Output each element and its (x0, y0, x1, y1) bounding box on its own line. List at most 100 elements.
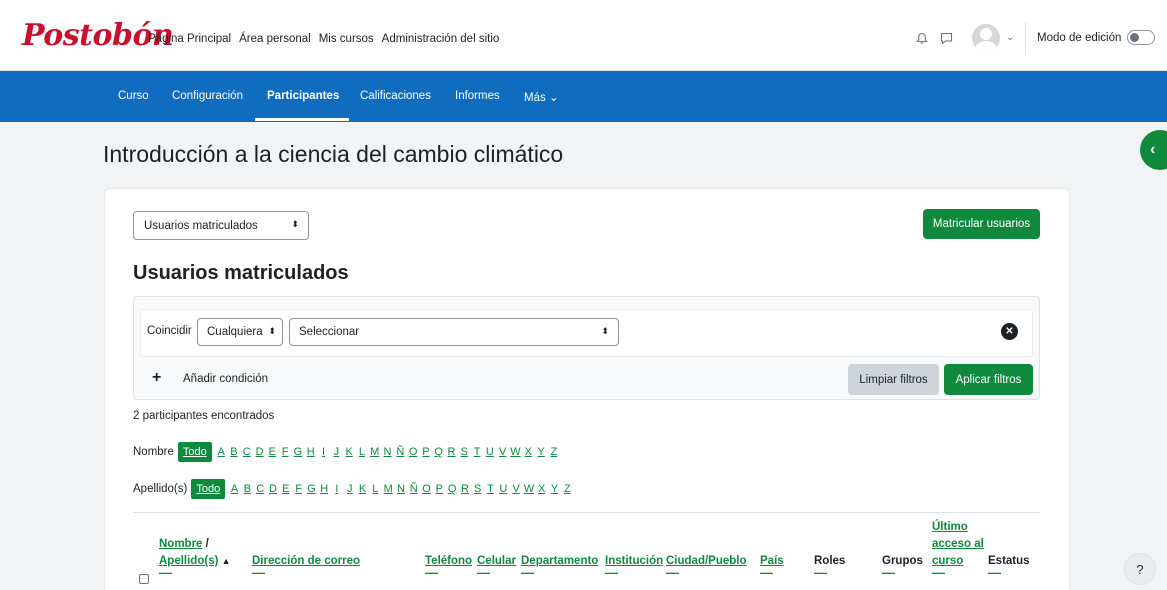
initial-letter[interactable]: F (279, 446, 292, 458)
initial-letter[interactable]: S (458, 446, 471, 458)
tab-reports[interactable]: Informes (455, 90, 500, 102)
help-button[interactable]: ? (1124, 553, 1156, 585)
initial-letter[interactable]: Y (535, 446, 548, 458)
col-status: Estatus — (988, 553, 1030, 579)
hide-column-icon[interactable]: — (605, 566, 663, 579)
sort-last-access-link[interactable]: Último (932, 519, 984, 536)
initial-letter[interactable]: V (496, 446, 509, 458)
nav-site-admin[interactable]: Administración del sitio (382, 33, 500, 45)
hide-column-icon[interactable]: — (477, 566, 516, 579)
plus-icon[interactable]: + (152, 369, 161, 387)
sort-email-link[interactable]: Dirección de correo (252, 555, 360, 567)
initial-letter[interactable]: A (215, 446, 228, 458)
initial-letter[interactable]: T (484, 483, 497, 495)
hide-column-icon[interactable]: — (666, 566, 747, 579)
open-block-drawer-button[interactable]: ‹ (1140, 130, 1167, 170)
initial-letter[interactable]: Ñ (407, 483, 420, 495)
initial-letter[interactable]: E (279, 483, 292, 495)
nav-home[interactable]: Página Principal (148, 33, 231, 45)
user-avatar[interactable] (972, 24, 1000, 52)
tab-more[interactable]: Más ⌄ (524, 90, 559, 104)
hide-column-icon[interactable]: — (882, 566, 923, 579)
initial-letter[interactable]: R (459, 483, 472, 495)
initial-letter[interactable]: N (381, 446, 394, 458)
initials-all[interactable]: Todo (191, 479, 226, 499)
tab-settings[interactable]: Configuración (172, 90, 243, 102)
edit-mode-toggle[interactable] (1127, 30, 1156, 45)
initial-letter[interactable]: C (240, 446, 253, 458)
initial-letter[interactable]: B (241, 483, 254, 495)
hide-column-icon[interactable]: — (252, 566, 360, 579)
apply-filters-button[interactable]: Aplicar filtros (944, 364, 1033, 395)
initial-letter[interactable]: A (228, 483, 241, 495)
initial-letter[interactable]: I (317, 446, 330, 458)
chat-icon[interactable] (938, 30, 954, 46)
match-type-select[interactable]: Cualquiera ⬍ (197, 318, 283, 346)
initial-letter[interactable]: E (266, 446, 279, 458)
initial-letter[interactable]: O (420, 483, 433, 495)
initials-all[interactable]: Todo (177, 442, 212, 462)
initial-letter[interactable]: G (305, 483, 318, 495)
tab-grades[interactable]: Calificaciones (360, 90, 431, 102)
initial-letter[interactable]: H (318, 483, 331, 495)
initial-letter[interactable]: T (471, 446, 484, 458)
select-all-checkbox[interactable] (139, 574, 149, 584)
nav-dashboard[interactable]: Área personal (239, 33, 311, 45)
chevron-down-icon[interactable]: ⌄ (1006, 32, 1014, 43)
hide-column-icon[interactable]: — (760, 566, 784, 579)
filter-type-select[interactable]: Seleccionar ⬍ (289, 318, 619, 346)
initial-letter[interactable]: Q (446, 483, 459, 495)
initial-letter[interactable]: Q (432, 446, 445, 458)
initial-letter[interactable]: P (433, 483, 446, 495)
initial-letter[interactable]: D (267, 483, 280, 495)
remove-condition-icon[interactable]: ✕ (1001, 323, 1018, 340)
tab-participants[interactable]: Participantes (267, 90, 339, 102)
initial-letter[interactable]: Ñ (394, 446, 407, 458)
initial-letter[interactable]: B (228, 446, 241, 458)
sort-first-name-link[interactable]: Nombre (159, 538, 202, 550)
hide-column-icon[interactable]: — (521, 566, 598, 579)
initial-letter[interactable]: X (522, 446, 535, 458)
initial-letter[interactable]: W (523, 483, 536, 495)
initial-letter[interactable]: Z (547, 446, 560, 458)
sort-last-access-link-line2[interactable]: acceso al (932, 536, 984, 553)
add-condition-link[interactable]: Añadir condición (183, 373, 268, 385)
initial-letter[interactable]: L (369, 483, 382, 495)
initial-letter[interactable]: U (484, 446, 497, 458)
initial-letter[interactable]: Y (548, 483, 561, 495)
participants-view-select[interactable]: Usuarios matriculados ⬍ (133, 211, 309, 240)
hide-column-icon[interactable]: — (932, 566, 984, 579)
initial-letter[interactable]: V (510, 483, 523, 495)
initial-letter[interactable]: J (330, 446, 343, 458)
initial-letter[interactable]: H (304, 446, 317, 458)
initial-letter[interactable]: K (343, 446, 356, 458)
initial-letter[interactable]: G (292, 446, 305, 458)
initial-letter[interactable]: D (253, 446, 266, 458)
initial-letter[interactable]: M (382, 483, 395, 495)
hide-column-icon[interactable]: — (988, 566, 1030, 579)
hide-column-icon[interactable]: — (814, 566, 845, 579)
initial-letter[interactable]: J (343, 483, 356, 495)
initial-letter[interactable]: X (535, 483, 548, 495)
initial-letter[interactable]: W (509, 446, 522, 458)
tab-course[interactable]: Curso (118, 90, 149, 102)
initial-letter[interactable]: U (497, 483, 510, 495)
bell-icon[interactable] (914, 30, 930, 46)
hide-column-icon[interactable]: — (159, 566, 231, 579)
initial-letter[interactable]: M (368, 446, 381, 458)
initial-letter[interactable]: P (420, 446, 433, 458)
initial-letter[interactable]: K (356, 483, 369, 495)
initial-letter[interactable]: S (471, 483, 484, 495)
initial-letter[interactable]: O (407, 446, 420, 458)
initial-letter[interactable]: I (331, 483, 344, 495)
enrol-users-button[interactable]: Matricular usuarios (923, 209, 1040, 239)
initial-letter[interactable]: R (445, 446, 458, 458)
initial-letter[interactable]: Z (561, 483, 574, 495)
initial-letter[interactable]: C (254, 483, 267, 495)
initial-letter[interactable]: N (395, 483, 408, 495)
initial-letter[interactable]: L (356, 446, 369, 458)
initial-letter[interactable]: F (292, 483, 305, 495)
clear-filters-button[interactable]: Limpiar filtros (848, 364, 939, 395)
nav-my-courses[interactable]: Mis cursos (319, 33, 374, 45)
hide-column-icon[interactable]: — (425, 566, 472, 579)
